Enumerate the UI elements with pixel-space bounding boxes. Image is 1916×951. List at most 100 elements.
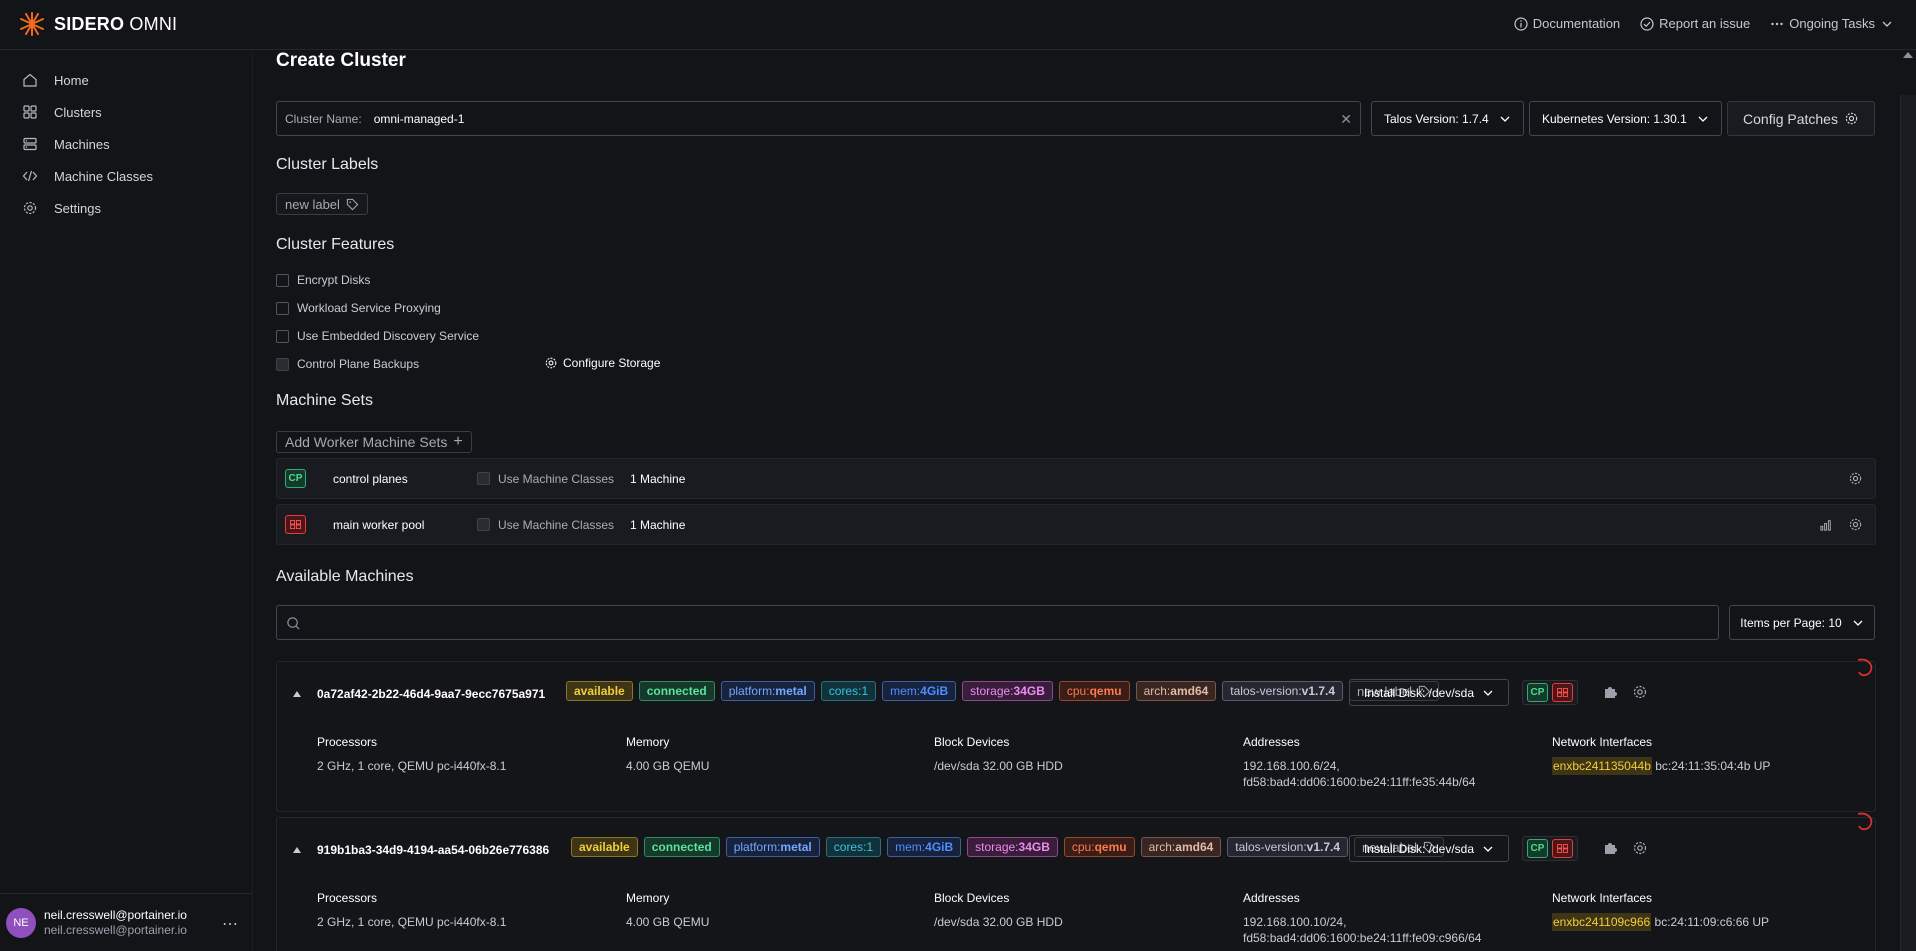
chevron-down-icon (1483, 690, 1493, 696)
label-cores[interactable]: cores: 1 (820, 681, 877, 701)
control-plane-backups-checkbox[interactable] (276, 357, 289, 371)
ongoing-tasks-label: Ongoing Tasks (1789, 16, 1875, 31)
sidebar-item-home[interactable]: Home (0, 64, 252, 96)
encrypt-disks-checkbox[interactable] (276, 273, 289, 287)
use-machine-classes-toggle[interactable]: Use Machine Classes (477, 518, 614, 532)
machine-search-input[interactable] (276, 605, 1719, 640)
label-cores[interactable]: cores: 1 (825, 837, 882, 857)
label-value: 1 (861, 684, 869, 698)
label-available[interactable]: available (566, 681, 633, 701)
memory-header: Memory (626, 891, 670, 905)
machine-labels: available connected platform: metal cores… (566, 681, 1439, 701)
assign-control-plane-button[interactable]: CP (1527, 839, 1548, 858)
label-cpu[interactable]: cpu: qemu (1058, 681, 1130, 701)
documentation-link[interactable]: Documentation (1514, 16, 1620, 31)
logo[interactable]: SIDERO OMNI (18, 10, 177, 38)
scrollbar[interactable] (1900, 95, 1916, 951)
label-cpu[interactable]: cpu: qemu (1063, 837, 1135, 857)
user-name: neil.cresswell@portainer.io (44, 907, 187, 922)
avatar: NE (6, 907, 36, 938)
user-menu[interactable]: NE neil.cresswell@portainer.io neil.cres… (0, 893, 253, 951)
install-disk-select[interactable]: Install Disk: /dev/sda (1349, 679, 1509, 706)
use-machine-classes-toggle[interactable]: Use Machine Classes (477, 472, 614, 486)
assign-worker-button[interactable] (1552, 839, 1573, 858)
feature-label: Control Plane Backups (297, 357, 420, 371)
top-nav: Documentation Report an issue Ongoing Ta… (1514, 16, 1894, 31)
label-platform[interactable]: platform: metal (725, 837, 820, 857)
label-platform[interactable]: platform: metal (720, 681, 815, 701)
label-arch[interactable]: arch: amd64 (1140, 837, 1222, 857)
feature-control-plane-backups[interactable]: Control Plane Backups (276, 357, 419, 371)
embedded-discovery-checkbox[interactable] (276, 329, 289, 343)
scroll-up-icon[interactable] (1903, 52, 1913, 58)
use-machine-classes-label: Use Machine Classes (498, 471, 615, 486)
puzzle-icon[interactable] (1602, 684, 1618, 700)
block-devices-header: Block Devices (934, 891, 1010, 905)
label-connected[interactable]: connected (643, 837, 720, 857)
label-key: arch: (1148, 840, 1176, 854)
kubernetes-version-select[interactable]: Kubernetes Version: 1.30.1 (1529, 101, 1722, 136)
label-value: amd64 (1175, 840, 1214, 854)
feature-encrypt-disks[interactable]: Encrypt Disks (276, 273, 370, 287)
sidebar: Home Clusters Machines Machine Classes S… (0, 50, 253, 951)
workload-proxying-checkbox[interactable] (276, 301, 289, 315)
sidebar-item-label: Settings (54, 200, 101, 216)
use-machine-classes-checkbox[interactable] (477, 472, 490, 485)
config-patches-button[interactable]: Config Patches (1727, 101, 1875, 136)
cluster-name-field[interactable]: Cluster Name: omni-managed-1 ✕ (276, 101, 1361, 136)
new-label-button[interactable]: new label (276, 193, 368, 215)
label-key: platform: (733, 840, 781, 854)
machine-id: 919b1ba3-34d9-4194-aa54-06b26e776386 (317, 843, 550, 857)
gear-icon[interactable] (1848, 471, 1863, 486)
memory-value: 4.00 GB QEMU (626, 915, 710, 929)
label-key: arch: (1143, 684, 1171, 698)
label-value: 1 (866, 840, 874, 854)
ongoing-tasks-button[interactable]: Ongoing Tasks (1770, 16, 1894, 31)
label-mem[interactable]: mem: 4GiB (882, 681, 957, 701)
label-talos-version[interactable]: talos-version: v1.7.4 (1222, 681, 1344, 701)
label-storage[interactable]: storage: 34GB (967, 837, 1058, 857)
add-worker-machine-sets-button[interactable]: Add Worker Machine Sets + (276, 431, 472, 453)
report-issue-label: Report an issue (1659, 16, 1751, 31)
configure-storage-button[interactable]: Configure Storage (544, 356, 660, 370)
puzzle-icon[interactable] (1602, 840, 1618, 856)
bar-chart-icon[interactable] (1819, 517, 1834, 532)
use-machine-classes-label: Use Machine Classes (498, 517, 615, 532)
report-issue-link[interactable]: Report an issue (1640, 16, 1750, 31)
assign-control-plane-button[interactable]: CP (1527, 683, 1548, 702)
gear-icon (545, 357, 557, 369)
collapse-caret-icon[interactable] (293, 847, 301, 853)
clear-icon[interactable]: ✕ (1340, 111, 1352, 128)
annotation-mark-icon (1857, 658, 1873, 677)
label-talos-version[interactable]: talos-version: v1.7.4 (1227, 837, 1349, 857)
feature-workload-proxying[interactable]: Workload Service Proxying (276, 301, 441, 315)
items-per-page-select[interactable]: Items per Page: 10 (1729, 605, 1875, 640)
talos-version-select[interactable]: Talos Version: 1.7.4 (1371, 101, 1524, 136)
sidebar-item-machine-classes[interactable]: Machine Classes (0, 160, 252, 192)
label-storage[interactable]: storage: 34GB (962, 681, 1053, 701)
gear-icon[interactable] (1632, 684, 1648, 700)
install-disk-select[interactable]: Install Disk: /dev/sda (1349, 835, 1509, 862)
label-connected[interactable]: connected (638, 681, 715, 701)
gear-icon[interactable] (1848, 517, 1863, 532)
assign-worker-button[interactable] (1552, 683, 1573, 702)
sidebar-item-label: Machines (54, 136, 110, 152)
sidebar-item-machines[interactable]: Machines (0, 128, 252, 160)
label-value: 4GiB (925, 840, 954, 854)
label-value: 34GB (1013, 684, 1045, 698)
page-title: Create Cluster (276, 50, 406, 71)
gear-icon[interactable] (1632, 840, 1648, 856)
use-machine-classes-checkbox[interactable] (477, 518, 490, 531)
collapse-caret-icon[interactable] (293, 691, 301, 697)
label-arch[interactable]: arch: amd64 (1135, 681, 1217, 701)
user-more-icon[interactable]: ⋯ (222, 914, 239, 934)
machine-details: Processors 2 GHz, 1 core, QEMU pc-i440fx… (317, 890, 1857, 950)
cluster-name-input[interactable]: omni-managed-1 (374, 112, 465, 126)
sidebar-item-settings[interactable]: Settings (0, 192, 252, 224)
info-icon (1514, 16, 1528, 31)
sidebar-item-clusters[interactable]: Clusters (0, 96, 252, 128)
label-available[interactable]: available (571, 837, 638, 857)
feature-embedded-discovery[interactable]: Use Embedded Discovery Service (276, 329, 479, 343)
label-mem[interactable]: mem: 4GiB (887, 837, 962, 857)
label-value: v1.7.4 (1306, 840, 1341, 854)
